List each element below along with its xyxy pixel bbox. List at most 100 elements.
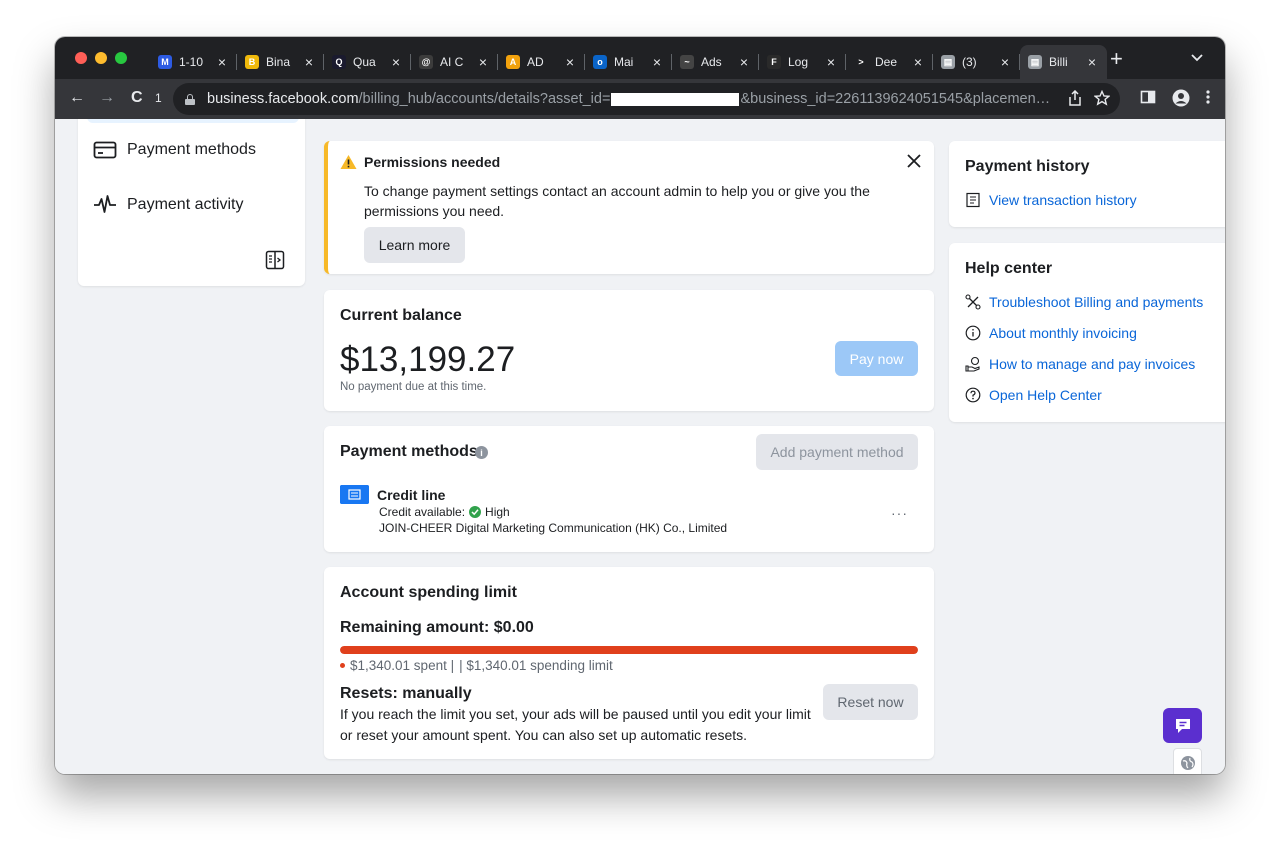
link-label: How to manage and pay invoices: [989, 356, 1196, 372]
browser-tab[interactable]: A AD ×: [498, 45, 585, 79]
close-window-button[interactable]: [75, 52, 87, 64]
language-button[interactable]: [1173, 748, 1202, 774]
check-icon: [469, 506, 482, 518]
link-label: About monthly invoicing: [989, 325, 1137, 341]
tab-close-icon[interactable]: ×: [563, 54, 577, 70]
browser-tab[interactable]: B Bina ×: [237, 45, 324, 79]
profile-avatar-icon[interactable]: [1172, 89, 1190, 107]
browser-tab[interactable]: ▤ Billi ×: [1020, 45, 1107, 79]
info-icon[interactable]: i: [475, 446, 488, 459]
tab-label: Bina: [266, 55, 291, 69]
hand-money-icon: [965, 356, 980, 372]
tab-close-icon[interactable]: ×: [998, 54, 1012, 70]
billing-sidebar: Payment methods Payment activity: [78, 119, 305, 286]
favicon-icon: M: [158, 55, 172, 69]
kebab-menu-icon[interactable]: [1206, 89, 1210, 105]
tab-close-icon[interactable]: ×: [650, 54, 664, 70]
reload-badge: 1: [155, 91, 162, 105]
browser-tab[interactable]: Q Qua ×: [324, 45, 411, 79]
favicon-icon: Q: [332, 55, 346, 69]
browser-tab[interactable]: M 1-10 ×: [150, 45, 237, 79]
browser-tab[interactable]: ▤ (3) ×: [933, 45, 1020, 79]
globe-icon: [1180, 755, 1195, 770]
spent-dot: [340, 663, 345, 668]
help-center-title: Help center: [965, 260, 1053, 277]
pay-now-button[interactable]: Pay now: [835, 341, 918, 376]
activity-icon: [94, 195, 116, 213]
tab-close-icon[interactable]: ×: [476, 54, 490, 70]
payment-methods-card: Payment methods i Add payment method Cre…: [324, 426, 934, 552]
browser-tab[interactable]: ~ Ads ×: [672, 45, 759, 79]
tab-close-icon[interactable]: ×: [1085, 54, 1099, 70]
resets-description: If you reach the limit you set, your ads…: [340, 706, 811, 743]
browser-window: M 1-10 × B Bina × Q Qua × @ AI C × A AD × o Mai × ~ Ads × F Lo…: [55, 37, 1225, 774]
favicon-icon: ▤: [1028, 55, 1042, 69]
favicon-icon: A: [506, 55, 520, 69]
spending-limit-title: Account spending limit: [340, 584, 517, 601]
learn-more-button[interactable]: Learn more: [364, 227, 465, 263]
payment-history-card: Payment history View transaction history: [949, 141, 1225, 227]
notice-title: Permissions needed: [364, 154, 501, 170]
support-chat-button[interactable]: [1163, 708, 1202, 743]
tab-list: M 1-10 × B Bina × Q Qua × @ AI C × A AD × o Mai × ~ Ads × F Lo…: [150, 45, 1107, 79]
address-bar[interactable]: business.facebook.com /billing_hub/accou…: [173, 83, 1120, 115]
more-options-button[interactable]: ···: [891, 505, 908, 521]
spent-summary: $1,340.01 spent | | $1,340.01 spending l…: [340, 658, 613, 673]
sidebar-item-payment-activity[interactable]: Payment activity: [93, 193, 243, 217]
collapse-panel-icon[interactable]: [265, 250, 285, 270]
url-path-start: /billing_hub/accounts/details?asset_id=: [358, 91, 611, 107]
tab-close-icon[interactable]: ×: [215, 54, 229, 70]
browser-tab[interactable]: o Mai ×: [585, 45, 672, 79]
sidebar-item-label: Payment methods: [127, 141, 256, 158]
balance-note: No payment due at this time.: [340, 381, 487, 393]
back-button[interactable]: ←: [69, 88, 85, 108]
tab-search-button[interactable]: [1191, 51, 1203, 65]
tab-close-icon[interactable]: ×: [302, 54, 316, 70]
view-transaction-history-link[interactable]: View transaction history: [965, 192, 1137, 208]
favicon-icon: ▤: [941, 55, 955, 69]
browser-tab[interactable]: @ AI C ×: [411, 45, 498, 79]
tab-label: Mai: [614, 55, 634, 69]
bookmark-star-icon[interactable]: [1094, 90, 1110, 106]
credit-available-label: Credit available:: [379, 505, 466, 519]
spending-progress-fill: [340, 646, 918, 654]
omnibox-actions: [1068, 90, 1110, 106]
new-tab-button[interactable]: +: [1110, 48, 1123, 70]
balance-amount: $13,199.27: [340, 340, 516, 379]
browser-tab[interactable]: F Log ×: [759, 45, 846, 79]
help-link-monthly-invoicing[interactable]: About monthly invoicing: [965, 325, 1137, 341]
reload-button[interactable]: C: [131, 88, 143, 108]
side-panel-icon[interactable]: [1140, 89, 1156, 105]
reset-now-button[interactable]: Reset now: [823, 684, 918, 720]
zoom-window-button[interactable]: [115, 52, 127, 64]
share-icon[interactable]: [1068, 90, 1082, 106]
add-payment-method-button[interactable]: Add payment method: [756, 434, 918, 470]
tab-close-icon[interactable]: ×: [911, 54, 925, 70]
tab-close-icon[interactable]: ×: [389, 54, 403, 70]
help-link-open-help-center[interactable]: Open Help Center: [965, 387, 1102, 403]
chat-bubble-icon: [1175, 718, 1190, 733]
card-icon: [93, 141, 117, 159]
favicon-icon: o: [593, 55, 607, 69]
tab-strip: M 1-10 × B Bina × Q Qua × @ AI C × A AD × o Mai × ~ Ads × F Lo…: [55, 37, 1225, 79]
credit-line-title: Credit line: [377, 487, 446, 503]
tab-close-icon[interactable]: ×: [737, 54, 751, 70]
tab-label: (3): [962, 55, 977, 69]
help-link-troubleshoot[interactable]: Troubleshoot Billing and payments: [965, 294, 1203, 310]
page-content: Payment methods Payment activity Permiss…: [55, 119, 1225, 774]
browser-tab[interactable]: > Dee ×: [846, 45, 933, 79]
sidebar-item-payment-methods[interactable]: Payment methods: [93, 138, 256, 162]
link-label: View transaction history: [989, 192, 1137, 208]
spending-progress-bar: [340, 646, 918, 654]
minimize-window-button[interactable]: [95, 52, 107, 64]
close-icon[interactable]: [906, 153, 922, 169]
toolbar-actions: [1140, 89, 1210, 107]
forward-button[interactable]: →: [99, 88, 115, 108]
favicon-icon: F: [767, 55, 781, 69]
warning-icon: [340, 155, 357, 169]
url-text: business.facebook.com /billing_hub/accou…: [207, 91, 1050, 107]
tab-close-icon[interactable]: ×: [824, 54, 838, 70]
help-link-manage-invoices[interactable]: How to manage and pay invoices: [965, 356, 1195, 372]
favicon-icon: ~: [680, 55, 694, 69]
tab-label: 1-10: [179, 55, 204, 69]
